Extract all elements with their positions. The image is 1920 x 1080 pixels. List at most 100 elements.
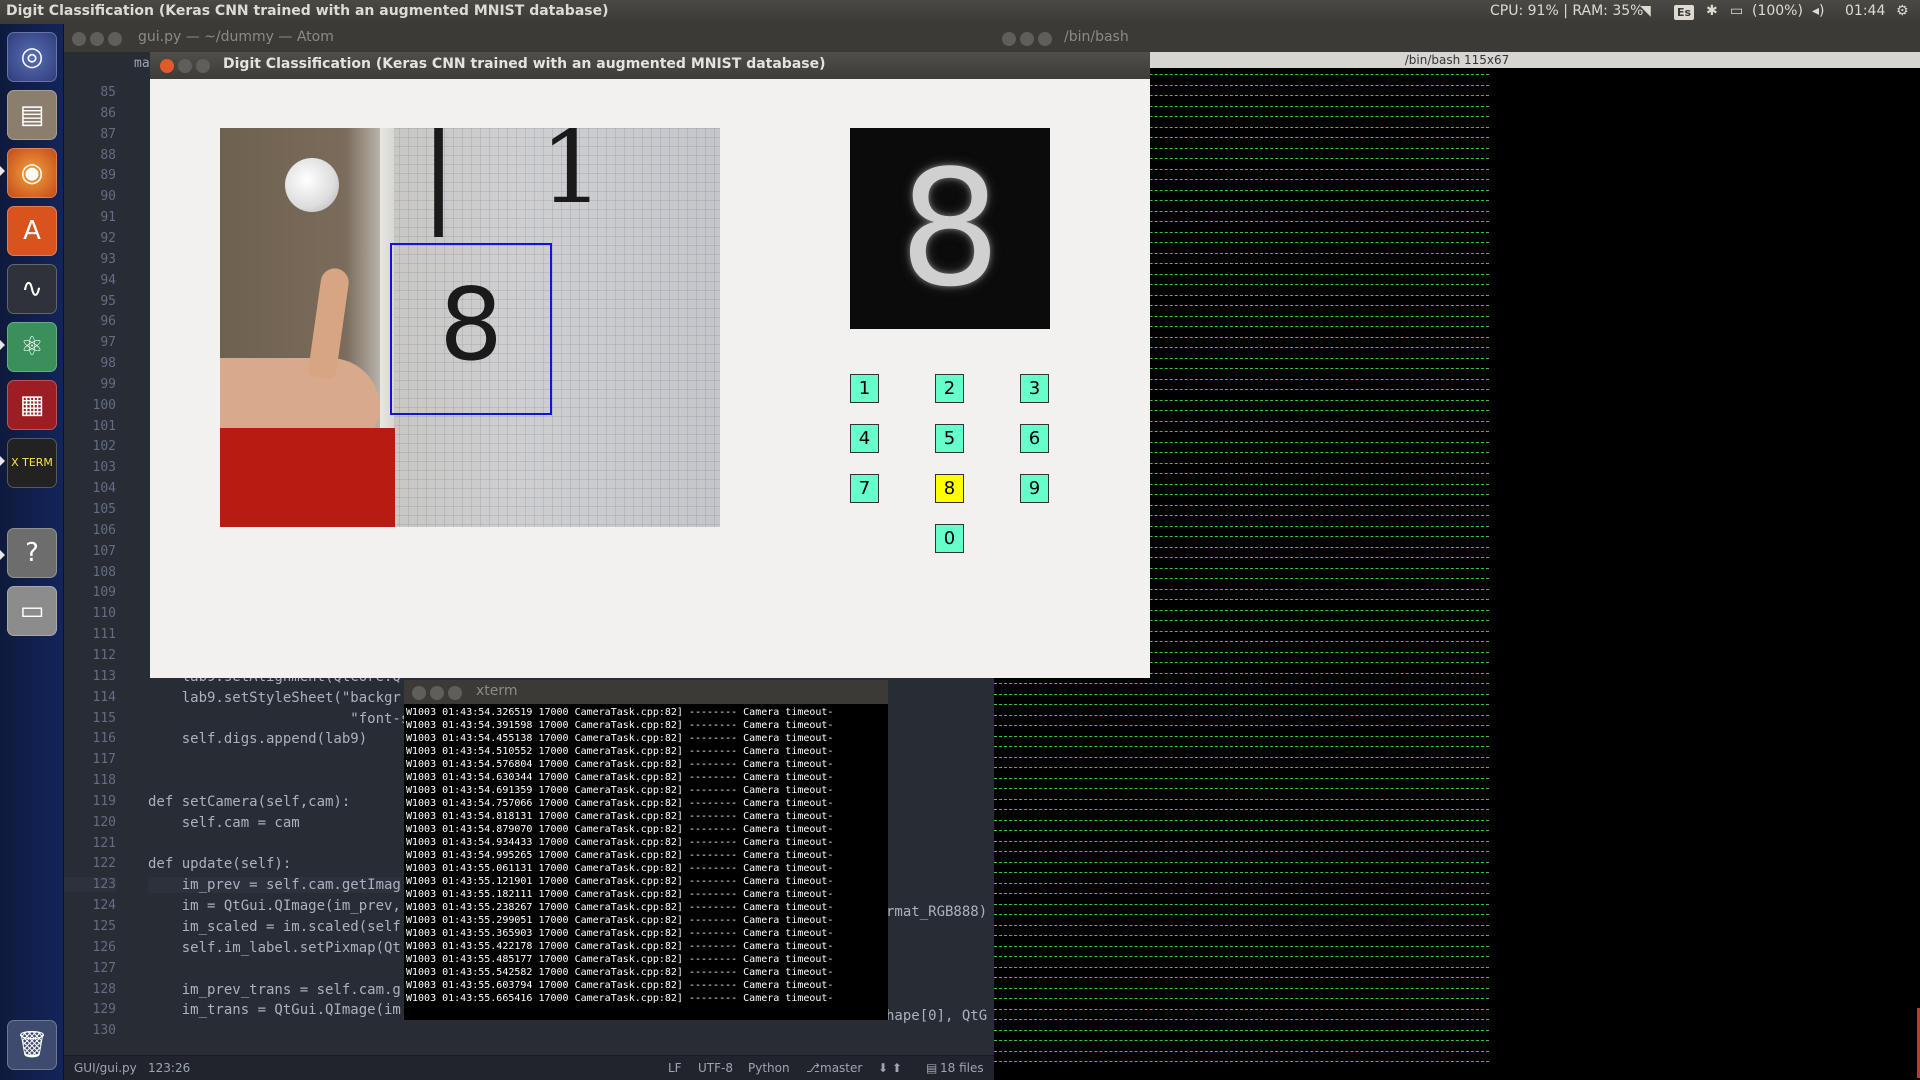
code-overflow-text: hape[0], QtG [886,1008,988,1024]
terminal-line [994,977,1489,978]
clock[interactable]: 01:44 [1845,3,1885,19]
trash-icon[interactable]: 🗑 [7,1020,57,1070]
line-number: 115 [92,710,116,726]
code-line[interactable]: self.cam = cam [148,815,300,831]
close-button[interactable] [72,32,86,46]
minimize-button[interactable] [430,686,444,700]
log-line: W1003 01:43:54.630344 17000 CameraTask.c… [406,772,834,783]
terminal-line [994,893,1489,894]
code-line[interactable]: im = QtGui.QImage(im_prev, [148,898,401,914]
status-cursor-position[interactable]: 123:26 [148,1061,190,1075]
minimize-button[interactable] [178,59,192,73]
log-line: W1003 01:43:54.757066 17000 CameraTask.c… [406,798,834,809]
minimize-button[interactable] [90,32,104,46]
terminal-line [994,861,1489,863]
firefox-icon[interactable]: ◉ [7,148,57,198]
code-line[interactable]: def update(self): [148,856,291,872]
battery-percent[interactable]: (100%) [1752,3,1803,19]
line-number: 104 [92,481,116,497]
line-number: 86 [100,105,116,121]
volume-icon[interactable]: ◂) [1812,3,1825,19]
terminal-line [994,987,1489,989]
terminal-line [994,924,1489,926]
log-line: W1003 01:43:54.934433 17000 CameraTask.c… [406,837,834,848]
wifi-icon[interactable]: ◥ [1640,3,1651,19]
settings-gear-icon[interactable]: ⚙ [1896,3,1909,19]
line-number: 97 [100,335,116,351]
log-line: W1003 01:43:55.603794 17000 CameraTask.c… [406,980,834,991]
line-number: 130 [92,1023,116,1039]
log-line: W1003 01:43:54.691359 17000 CameraTask.c… [406,785,834,796]
terminal-line [994,945,1489,947]
status-file-count[interactable]: 18 files [940,1061,984,1075]
status-encoding[interactable]: UTF-8 [698,1061,733,1075]
drive-icon[interactable]: ▭ [7,586,57,636]
bash-window-controls [1002,31,1056,47]
terminal-line [994,777,1489,779]
terminal-line [994,756,1489,758]
code-line[interactable]: def setCamera(self,cam): [148,794,350,810]
bash-titlebar[interactable]: /bin/bash [994,24,1920,52]
xterm-titlebar[interactable]: xterm [404,680,888,704]
dialog-titlebar[interactable]: Digit Classification (Keras CNN trained … [150,52,1150,79]
terminal-line [994,746,1489,747]
atom-icon[interactable]: ⚛ [7,322,57,372]
line-number: 88 [100,147,116,163]
code-line[interactable]: im_prev = self.cam.getImag [148,877,401,894]
ubuntu-dash-icon[interactable]: ◎ [7,32,57,82]
atom-window-controls [72,31,126,47]
status-git-branch[interactable]: master [820,1061,862,1075]
code-line[interactable]: self.digs.append(lab9) [148,731,367,747]
workspace-switcher-icon[interactable]: ▦ [7,380,57,430]
help-icon[interactable]: ? [7,528,57,578]
shirt [220,428,395,527]
line-number: 93 [100,251,116,267]
line-number: 112 [92,647,116,663]
processed-digit-preview: 8 [850,128,1050,329]
line-number: 113 [92,668,116,684]
dialog-title: Digit Classification (Keras CNN trained … [223,56,826,72]
code-line[interactable]: lab9.setStyleSheet("backgr [148,690,401,706]
xterm-icon[interactable]: X TERM [7,438,57,488]
keyboard-layout-indicator[interactable]: Es [1674,4,1695,20]
battery-icon[interactable]: ▭ [1730,3,1743,19]
xterm-terminal[interactable]: W1003 01:43:54.326519 17000 CameraTask.c… [404,704,888,1020]
terminal-line [994,882,1489,884]
code-line[interactable]: self.im_label.setPixmap(Qt [148,940,401,956]
maximize-button[interactable] [108,32,122,46]
code-line[interactable]: im_prev_trans = self.cam.g [148,982,401,998]
maximize-button[interactable] [196,59,210,73]
maximize-button[interactable] [448,686,462,700]
software-center-icon[interactable]: A [7,206,57,256]
editor-tab[interactable]: ma [134,56,150,71]
status-line-ending[interactable]: LF [668,1061,682,1075]
close-button[interactable] [412,686,426,700]
running-indicator [0,340,5,350]
line-number: 122 [92,856,116,872]
atom-titlebar[interactable]: gui.py — ~/dummy — Atom [64,24,994,52]
line-number: 101 [92,418,116,434]
handwritten-digit: 8 [439,266,503,383]
minimize-button[interactable] [1020,32,1034,46]
log-line: W1003 01:43:54.391598 17000 CameraTask.c… [406,720,834,731]
terminal-line [994,840,1489,842]
system-monitor-icon[interactable]: ∿ [7,264,57,314]
line-number: 89 [100,168,116,184]
close-button[interactable] [160,59,174,73]
status-grammar[interactable]: Python [748,1061,790,1075]
bluetooth-icon[interactable]: ✱ [1706,3,1718,19]
maximize-button[interactable] [1038,32,1052,46]
terminal-line [994,819,1489,821]
close-button[interactable] [1002,32,1016,46]
code-line[interactable]: im_trans = QtGui.QImage(im [148,1002,401,1018]
status-file-path[interactable]: GUI/gui.py [74,1061,137,1075]
digit-label-2: 2 [935,374,964,403]
line-number: 85 [100,85,116,100]
digit-label-6: 6 [1020,424,1049,453]
fetch-arrows-icon[interactable]: ⬇ ⬆ [878,1061,902,1075]
code-line[interactable]: im_scaled = im.scaled(self [148,919,401,935]
digit-label-5: 5 [935,424,964,453]
code-line[interactable]: "font-s [148,711,409,727]
files-icon[interactable]: ▤ [7,90,57,140]
cpu-ram-indicator[interactable]: CPU: 91% | RAM: 35% [1490,3,1643,19]
